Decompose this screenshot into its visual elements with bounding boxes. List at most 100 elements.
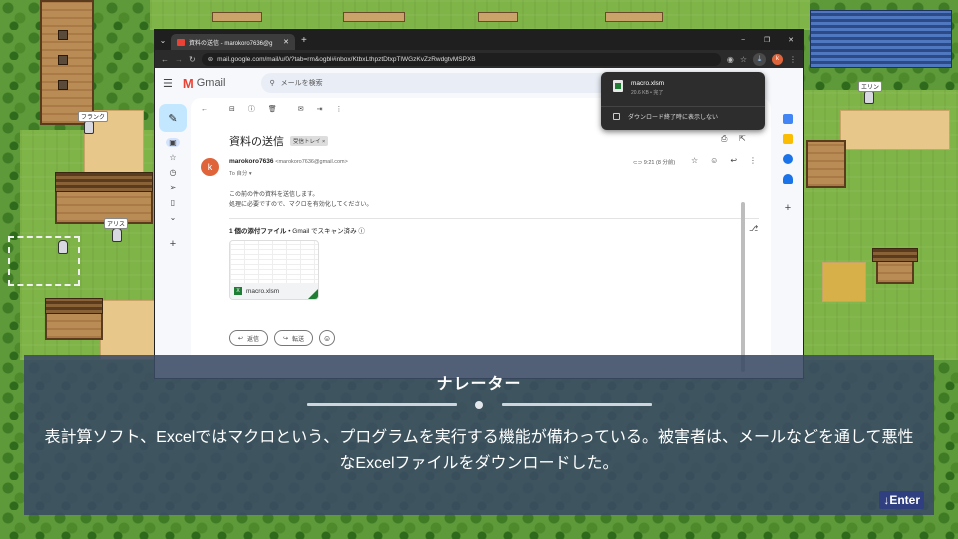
tab-list-icon[interactable]: ⌄ [155, 36, 171, 45]
archive-icon[interactable]: ⊟ [229, 105, 235, 113]
inbox-label-badge[interactable]: 受信トレイ × [290, 136, 329, 146]
scrollbar[interactable] [741, 202, 745, 372]
minimize-button[interactable]: − [731, 37, 755, 44]
recipient-dropdown[interactable]: To 自分 ▾ [229, 169, 252, 177]
message-time: ⊂⊃ 9:21 (8 分前) [633, 158, 675, 166]
npc-sprite[interactable] [864, 90, 874, 104]
new-tab-button[interactable]: + [301, 35, 307, 46]
attachment-footer: X macro.xlsm [230, 283, 318, 299]
sender-email: <marokoro7636@gmail.com> [275, 159, 348, 165]
sent-icon[interactable]: ➢ [166, 183, 180, 192]
tab-bar: ⌄ 資料の送信 - marokoro7636@g ✕ + − ❐ ✕ [155, 30, 803, 50]
compose-button[interactable]: ✎ [159, 104, 187, 132]
reply-arrow-icon: ↩ [238, 335, 244, 342]
download-icon[interactable]: ⤓ [753, 52, 766, 66]
calendar-icon[interactable] [783, 114, 793, 124]
excel-file-icon: X [234, 287, 242, 295]
forward-button[interactable]: ↪ 転送 [274, 330, 314, 346]
open-new-window-icon[interactable]: ⇱ [739, 134, 746, 143]
tasks-icon[interactable] [783, 154, 793, 164]
main-menu-icon[interactable]: ☰ [163, 77, 173, 90]
add-label-icon[interactable]: + [166, 238, 180, 250]
address-bar[interactable]: ⊜ mail.google.com/mail/u/0/?tab=rm&ogbl#… [201, 52, 721, 66]
attachment-card[interactable]: X macro.xlsm [229, 240, 319, 300]
back-arrow-icon[interactable]: ← [161, 55, 169, 64]
eye-icon[interactable]: ◉ [727, 55, 734, 64]
gmail-favicon-icon [177, 38, 185, 46]
drafts-icon[interactable]: ▯ [166, 198, 180, 207]
star-icon[interactable]: ☆ [691, 156, 698, 165]
more-options-icon[interactable]: ⋮ [749, 156, 757, 165]
npc-sprite[interactable] [58, 240, 68, 254]
snoozed-icon[interactable]: ◷ [166, 168, 180, 177]
browser-menu-icon[interactable]: ⋮ [789, 55, 797, 64]
download-option[interactable]: ダウンロード終了時に表示しない [613, 112, 718, 121]
enter-continue-button[interactable]: ↓Enter [879, 491, 924, 509]
excel-file-icon [613, 80, 623, 92]
house-roof [55, 172, 153, 192]
signboard [605, 12, 663, 22]
add-to-drive-icon[interactable]: ⎇ [749, 224, 758, 233]
add-addon-icon[interactable]: + [785, 202, 791, 214]
starred-icon[interactable]: ☆ [166, 153, 180, 162]
dirt-path [100, 300, 155, 360]
keep-icon[interactable] [783, 134, 793, 144]
bookmark-star-icon[interactable]: ☆ [740, 55, 747, 64]
reply-icon[interactable]: ↩ [730, 156, 737, 165]
fence [8, 236, 80, 286]
npc-sprite[interactable] [112, 228, 122, 242]
back-to-inbox-icon[interactable]: ← [201, 106, 208, 113]
address-bar-row: ← → ↻ ⊜ mail.google.com/mail/u/0/?tab=rm… [155, 50, 803, 68]
inbox-icon[interactable]: ▣ [166, 138, 180, 147]
gmail-logo[interactable]: M Gmail [183, 76, 226, 91]
reply-button[interactable]: ↩ 返信 [229, 330, 269, 346]
print-icon[interactable]: ⎙ [721, 134, 727, 144]
reply-label: 返信 [247, 336, 260, 343]
more-chevron-icon[interactable]: ⌄ [166, 213, 180, 222]
sheets-corner-icon [308, 289, 318, 299]
download-item[interactable]: macro.xlsm 20.6 KB • 完了 [613, 80, 664, 96]
signboard [343, 12, 405, 22]
tab-close-icon[interactable]: ✕ [283, 38, 289, 46]
maximize-button[interactable]: ❐ [755, 36, 779, 44]
signboard [212, 12, 262, 22]
move-to-icon[interactable]: ⇥ [317, 105, 323, 113]
emoji-button[interactable]: ☺ [319, 330, 336, 346]
search-icon: ⚲ [269, 80, 275, 87]
mark-unread-icon[interactable]: ✉ [298, 105, 304, 113]
more-actions-icon[interactable]: ⋮ [336, 105, 343, 113]
url-text: mail.google.com/mail/u/0/?tab=rm&ogbl#in… [217, 55, 476, 63]
download-bubble: macro.xlsm 20.6 KB • 完了 ダウンロード終了時に表示しない [601, 72, 765, 130]
delete-icon[interactable]: 🗑 [268, 105, 277, 113]
header-actions: ☆ ☺ ↩ ⋮ [691, 156, 757, 165]
npc-sprite[interactable] [84, 120, 94, 134]
npc-name-tag: アリス [104, 218, 129, 229]
time-text: 9:21 (8 分前) [643, 160, 676, 166]
house-roof [45, 298, 103, 314]
blue-roof-house [810, 10, 952, 68]
emoji-react-icon[interactable]: ☺ [710, 156, 718, 165]
contacts-icon[interactable] [783, 174, 793, 184]
site-info-icon[interactable]: ⊜ [208, 55, 213, 63]
speaker-name: ナレーター [436, 376, 522, 393]
email-subject: 資料の送信 受信トレイ × [229, 133, 329, 149]
profile-avatar[interactable]: k [772, 53, 783, 65]
shed-building [806, 140, 846, 188]
dialog-text: 表計算ソフト、Excelではマクロという、プログラムを実行する機能が備わっている… [44, 429, 914, 472]
divider [229, 218, 759, 219]
divider-right [502, 403, 652, 406]
dirt-path [840, 110, 950, 150]
reload-icon[interactable]: ↻ [189, 55, 196, 64]
left-rail: ✎ ▣ ☆ ◷ ➢ ▯ ⌄ + [155, 98, 191, 378]
divider-dot [475, 401, 483, 409]
gmail-wordmark: Gmail [196, 77, 226, 89]
divider-left [307, 403, 457, 406]
checkbox[interactable] [613, 113, 620, 120]
narrator-dialog[interactable]: ナレーター 表計算ソフト、Excelではマクロという、プログラムを実行する機能が… [24, 355, 934, 515]
download-meta: 20.6 KB • 完了 [631, 90, 664, 96]
report-spam-icon[interactable]: ⓘ [248, 104, 255, 114]
forward-arrow-icon[interactable]: → [175, 55, 183, 64]
close-window-button[interactable]: ✕ [779, 36, 803, 44]
attachment-clip-icon: ⊂⊃ [633, 160, 643, 166]
browser-tab[interactable]: 資料の送信 - marokoro7636@g ✕ [171, 34, 295, 50]
